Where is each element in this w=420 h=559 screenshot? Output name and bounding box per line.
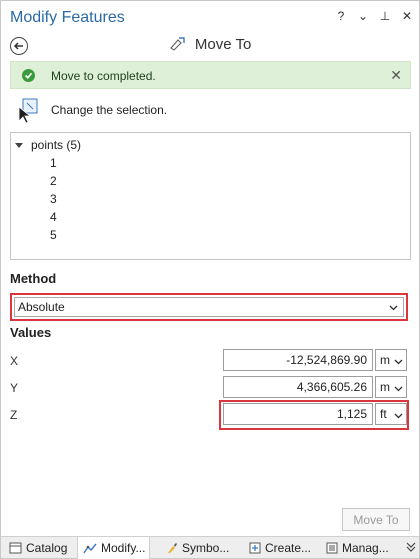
z-value-input[interactable]: 1,125 <box>223 403 373 425</box>
y-label: Y <box>10 381 19 395</box>
collapse-triangle-icon[interactable] <box>15 143 23 148</box>
tree-feature-item[interactable]: 5 <box>50 228 57 242</box>
move-to-icon <box>169 37 185 55</box>
select-cursor-icon <box>15 97 43 128</box>
method-dropdown[interactable]: Absolute <box>14 297 404 317</box>
modify-icon <box>83 542 97 557</box>
move-to-button[interactable]: Move To <box>342 508 410 531</box>
z-unit-dropdown[interactable]: ft <box>375 403 407 425</box>
y-unit-value: m <box>380 380 390 394</box>
success-message: Move to completed. ✕ <box>10 61 411 89</box>
pane-titlebar: Modify Features ? ⌄ ⊥ ✕ <box>1 1 419 35</box>
pin-button[interactable]: ⊥ <box>379 9 391 23</box>
tree-feature-item[interactable]: 3 <box>50 192 57 206</box>
pane-title: Modify Features <box>10 9 125 26</box>
tree-layer-node[interactable]: points (5) <box>15 138 81 152</box>
chevron-down-icon <box>394 355 403 369</box>
x-unit-value: m <box>380 353 390 367</box>
modify-features-pane: Modify Features ? ⌄ ⊥ ✕ Move To Move to … <box>0 0 420 559</box>
options-menu-button[interactable]: ⌄ <box>357 9 369 23</box>
z-unit-value: ft <box>380 407 387 421</box>
y-value-input[interactable]: 4,366,605.26 <box>223 376 373 398</box>
tab-catalog[interactable]: Catalog <box>9 537 67 559</box>
tab-manage[interactable]: Manag... <box>326 537 389 559</box>
check-circle-icon <box>22 69 35 82</box>
change-selection-label: Change the selection. <box>51 103 168 117</box>
values-label: Values <box>10 325 52 340</box>
tree-feature-item[interactable]: 2 <box>50 174 57 188</box>
pane-controls: ? ⌄ ⊥ ✕ <box>335 9 413 23</box>
x-label: X <box>10 354 19 368</box>
message-text: Move to completed. <box>51 69 156 83</box>
tab-modify-label: Modify... <box>101 541 146 555</box>
dismiss-message-button[interactable]: ✕ <box>390 67 402 84</box>
tree-layer-label: points (5) <box>31 138 82 152</box>
tab-create-label: Create... <box>265 541 312 555</box>
help-button[interactable]: ? <box>335 9 347 23</box>
chevron-down-icon <box>394 409 403 423</box>
tab-symbology[interactable]: Symbo... <box>166 537 229 559</box>
tab-manage-label: Manag... <box>342 541 389 555</box>
manage-templates-icon <box>326 542 338 557</box>
z-label: Z <box>10 408 18 422</box>
x-unit-dropdown[interactable]: m <box>375 349 407 371</box>
tab-catalog-label: Catalog <box>26 541 68 555</box>
tree-feature-item[interactable]: 4 <box>50 210 57 224</box>
x-value-input[interactable]: -12,524,869.90 <box>223 349 373 371</box>
method-value: Absolute <box>18 300 65 314</box>
more-tabs-icon[interactable] <box>406 540 416 555</box>
tool-title: Move To <box>194 36 252 53</box>
tab-create[interactable]: Create... <box>249 537 311 559</box>
catalog-icon <box>9 542 22 557</box>
tab-symbology-label: Symbo... <box>182 541 230 555</box>
method-label: Method <box>10 271 57 286</box>
chevron-down-icon <box>394 382 403 396</box>
method-highlight: Absolute <box>10 293 408 321</box>
bottom-tab-strip: Catalog Modify... Symbo... Create... Man… <box>1 536 419 559</box>
y-unit-dropdown[interactable]: m <box>375 376 407 398</box>
tool-header: Move To <box>1 36 419 55</box>
tree-feature-item[interactable]: 1 <box>50 156 57 170</box>
tab-modify[interactable]: Modify... <box>77 537 151 559</box>
selection-tree: points (5) 1 2 3 4 5 <box>10 132 411 260</box>
close-pane-button[interactable]: ✕ <box>401 9 413 23</box>
chevron-down-icon <box>389 301 398 315</box>
brush-icon <box>166 542 178 557</box>
create-features-icon <box>249 542 261 557</box>
